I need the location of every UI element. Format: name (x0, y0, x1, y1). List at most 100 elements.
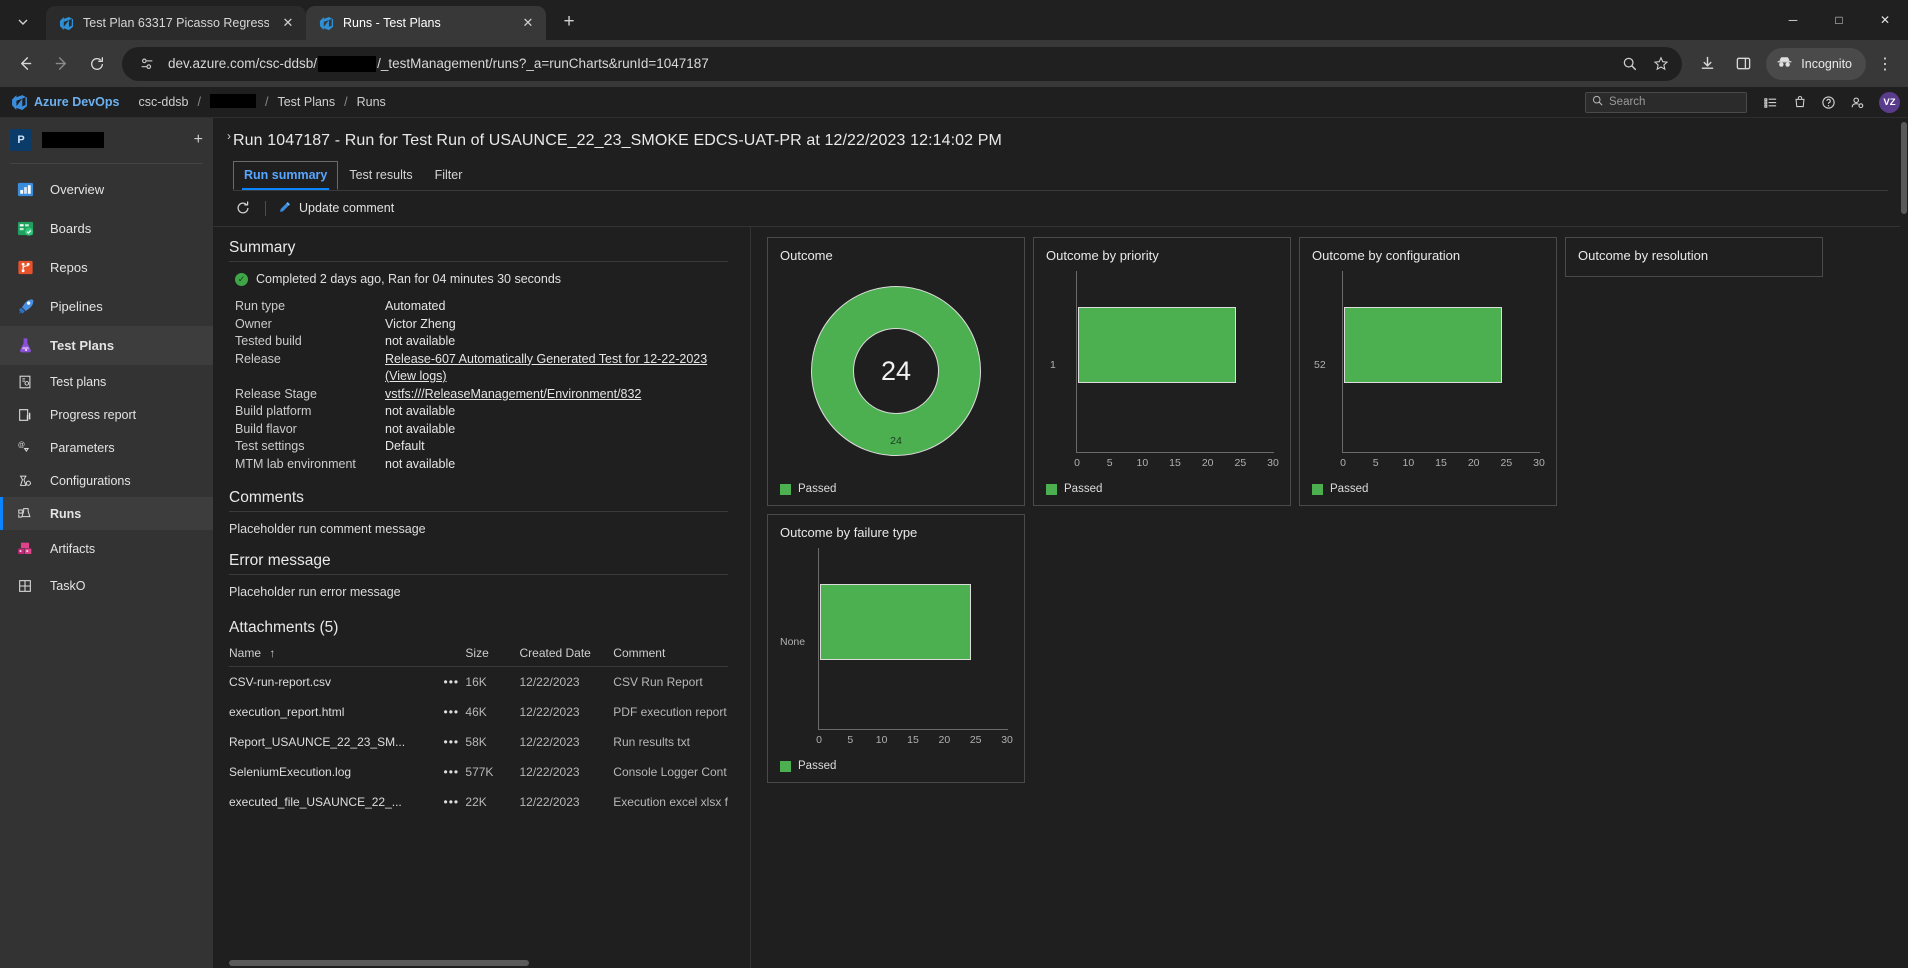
table-row[interactable]: CSV-run-report.csv ••• 16K 12/22/2023 CS… (229, 667, 728, 698)
ellipsis-icon[interactable]: ••• (437, 787, 465, 817)
tab-test-results[interactable]: Test results (338, 161, 423, 190)
ellipsis-icon[interactable]: ••• (437, 697, 465, 727)
sidebar-item-parameters[interactable]: @ Parameters (0, 431, 213, 464)
attachment-name[interactable]: executed_file_USAUNCE_22_... (229, 787, 437, 817)
tab-search-chevron-down-icon[interactable] (6, 7, 40, 37)
split-screen-icon[interactable] (1726, 47, 1760, 81)
charts-pane: Outcome 24 24 Passed Outcome by priority… (751, 227, 1908, 968)
scrollbar-thumb[interactable] (1901, 122, 1907, 214)
back-button[interactable] (8, 47, 42, 81)
release-link[interactable]: Release-607 Automatically Generated Test… (385, 351, 728, 386)
legend-swatch-passed (780, 760, 791, 772)
column-header-created-date[interactable]: Created Date (519, 641, 614, 667)
sidebar-item-artifacts[interactable]: Artifacts (0, 530, 213, 567)
attachment-name[interactable]: execution_report.html (229, 697, 437, 727)
site-settings-icon[interactable] (136, 53, 158, 75)
reload-button[interactable] (80, 47, 114, 81)
sidebar-item-test-plans[interactable]: Test Plans (0, 326, 213, 365)
forward-button[interactable] (44, 47, 78, 81)
bar-chart-outcome-by-priority[interactable]: 1 0 5 10 15 20 25 30 (1046, 263, 1279, 479)
chart-title-outcome-by-failure-type: Outcome by failure type (780, 525, 918, 540)
bar-passed[interactable] (1078, 307, 1236, 383)
window-maximize-button[interactable]: □ (1816, 0, 1862, 40)
release-stage-link[interactable]: vstfs:///ReleaseManagement/Environment/8… (385, 386, 641, 404)
legend-label-passed: Passed (798, 483, 837, 495)
left-pane-horizontal-scrollbar[interactable] (229, 960, 726, 968)
x-tick-0: 0 (1340, 457, 1346, 469)
window-minimize-button[interactable]: ─ (1770, 0, 1816, 40)
refresh-icon[interactable] (233, 198, 253, 218)
new-tab-button[interactable]: + (554, 7, 584, 37)
sidebar-item-repos-label: Repos (50, 260, 88, 275)
sidebar-item-overview[interactable]: Overview (0, 170, 213, 209)
x-tick-10: 10 (1402, 457, 1415, 469)
azure-devops-brand[interactable]: Azure DevOps (34, 95, 119, 109)
table-row[interactable]: SeleniumExecution.log ••• 577K 12/22/202… (229, 757, 728, 787)
chart-body-outcome: 24 24 (780, 263, 1012, 479)
sidebar-item-test-plans-sub[interactable]: Test plans (0, 365, 213, 398)
ellipsis-icon[interactable]: ••• (437, 757, 465, 787)
plus-icon[interactable]: + (194, 131, 203, 149)
bar-passed[interactable] (820, 584, 972, 660)
column-header-size[interactable]: Size (465, 641, 520, 667)
table-row[interactable]: execution_report.html ••• 46K 12/22/2023… (229, 697, 728, 727)
breadcrumb-runs[interactable]: Runs (348, 95, 395, 109)
browser-tab-1-close-icon[interactable]: ✕ (518, 13, 538, 33)
table-row[interactable]: executed_file_USAUNCE_22_... ••• 22K 12/… (229, 787, 728, 817)
scrollbar-thumb[interactable] (229, 960, 529, 966)
browser-tab-0[interactable]: Test Plan 63317 Picasso Regress ✕ (46, 6, 306, 40)
sidebar-item-tasko[interactable]: TaskO (0, 567, 213, 604)
tab-run-summary[interactable]: Run summary (233, 161, 339, 190)
search-zoom-icon[interactable] (1614, 49, 1644, 79)
address-bar[interactable]: dev.azure.com/csc-ddsb/ /_testManagement/… (122, 46, 1683, 81)
field-value: Default (385, 439, 425, 453)
chart-legend-outcome-by-priority: Passed (1046, 483, 1278, 495)
azure-devops-logo-icon[interactable] (6, 89, 32, 115)
breadcrumb-org[interactable]: csc-ddsb (129, 95, 197, 109)
sidebar-item-progress-report[interactable]: Progress report (0, 398, 213, 431)
tasko-grid-icon (16, 577, 34, 595)
chevron-right-icon[interactable]: › (219, 126, 239, 146)
boards-list-icon[interactable] (1757, 89, 1784, 115)
column-header-comment[interactable]: Comment (613, 641, 728, 667)
sidebar-item-repos[interactable]: Repos (0, 248, 213, 287)
column-header-name[interactable]: Name ↑ (229, 641, 438, 667)
user-settings-icon[interactable] (1844, 89, 1871, 115)
legend-label-passed: Passed (1330, 483, 1369, 495)
sidebar-item-runs[interactable]: Runs (0, 497, 213, 530)
bar-chart-outcome-by-failure-type[interactable]: None 0 5 10 15 20 25 30 (780, 540, 1013, 756)
browser-tab-0-close-icon[interactable]: ✕ (278, 13, 298, 33)
star-icon[interactable] (1646, 49, 1676, 79)
attachments-table: Name ↑ Size Created Date Comment CSV-run… (229, 641, 728, 817)
project-selector[interactable]: P + (0, 120, 213, 160)
table-row[interactable]: Report_USAUNCE_22_23_SM... ••• 58K 12/22… (229, 727, 728, 757)
search-input[interactable]: Search (1585, 91, 1747, 113)
sidebar-item-pipelines[interactable]: Pipelines (0, 287, 213, 326)
donut-chart-outcome[interactable]: 24 24 (780, 263, 1012, 479)
download-icon[interactable] (1690, 47, 1724, 81)
kebab-menu-icon[interactable]: ⋮ (1870, 47, 1900, 81)
sidebar-item-boards[interactable]: Boards (0, 209, 213, 248)
attachment-name[interactable]: SeleniumExecution.log (229, 757, 437, 787)
help-icon[interactable] (1815, 89, 1842, 115)
ellipsis-icon[interactable]: ••• (437, 727, 465, 757)
attachment-name[interactable]: CSV-run-report.csv (229, 667, 437, 698)
attachment-name[interactable]: Report_USAUNCE_22_23_SM... (229, 727, 437, 757)
bar-passed[interactable] (1344, 307, 1502, 383)
tab-filter[interactable]: Filter (424, 161, 474, 190)
update-comment-button[interactable]: Update comment (278, 200, 394, 217)
comments-heading: Comments (229, 489, 304, 506)
browser-tab-1[interactable]: Runs - Test Plans ✕ (306, 6, 546, 40)
chart-legend-outcome-by-failure-type: Passed (780, 760, 1012, 772)
field-value: not available (385, 421, 456, 436)
incognito-indicator[interactable]: Incognito (1766, 47, 1866, 80)
bar-chart-outcome-by-configuration[interactable]: 52 0 5 10 15 20 25 30 (1312, 263, 1545, 479)
shopping-bag-icon[interactable] (1786, 89, 1813, 115)
sidebar-item-configurations[interactable]: Configurations (0, 464, 213, 497)
avatar[interactable]: VZ (1879, 91, 1900, 113)
ellipsis-icon[interactable]: ••• (437, 667, 465, 698)
breadcrumb-project-redacted[interactable] (201, 93, 265, 111)
main-vertical-scrollbar[interactable] (1900, 118, 1908, 968)
breadcrumb-test-plans[interactable]: Test Plans (268, 95, 344, 109)
window-close-button[interactable]: ✕ (1862, 0, 1908, 40)
